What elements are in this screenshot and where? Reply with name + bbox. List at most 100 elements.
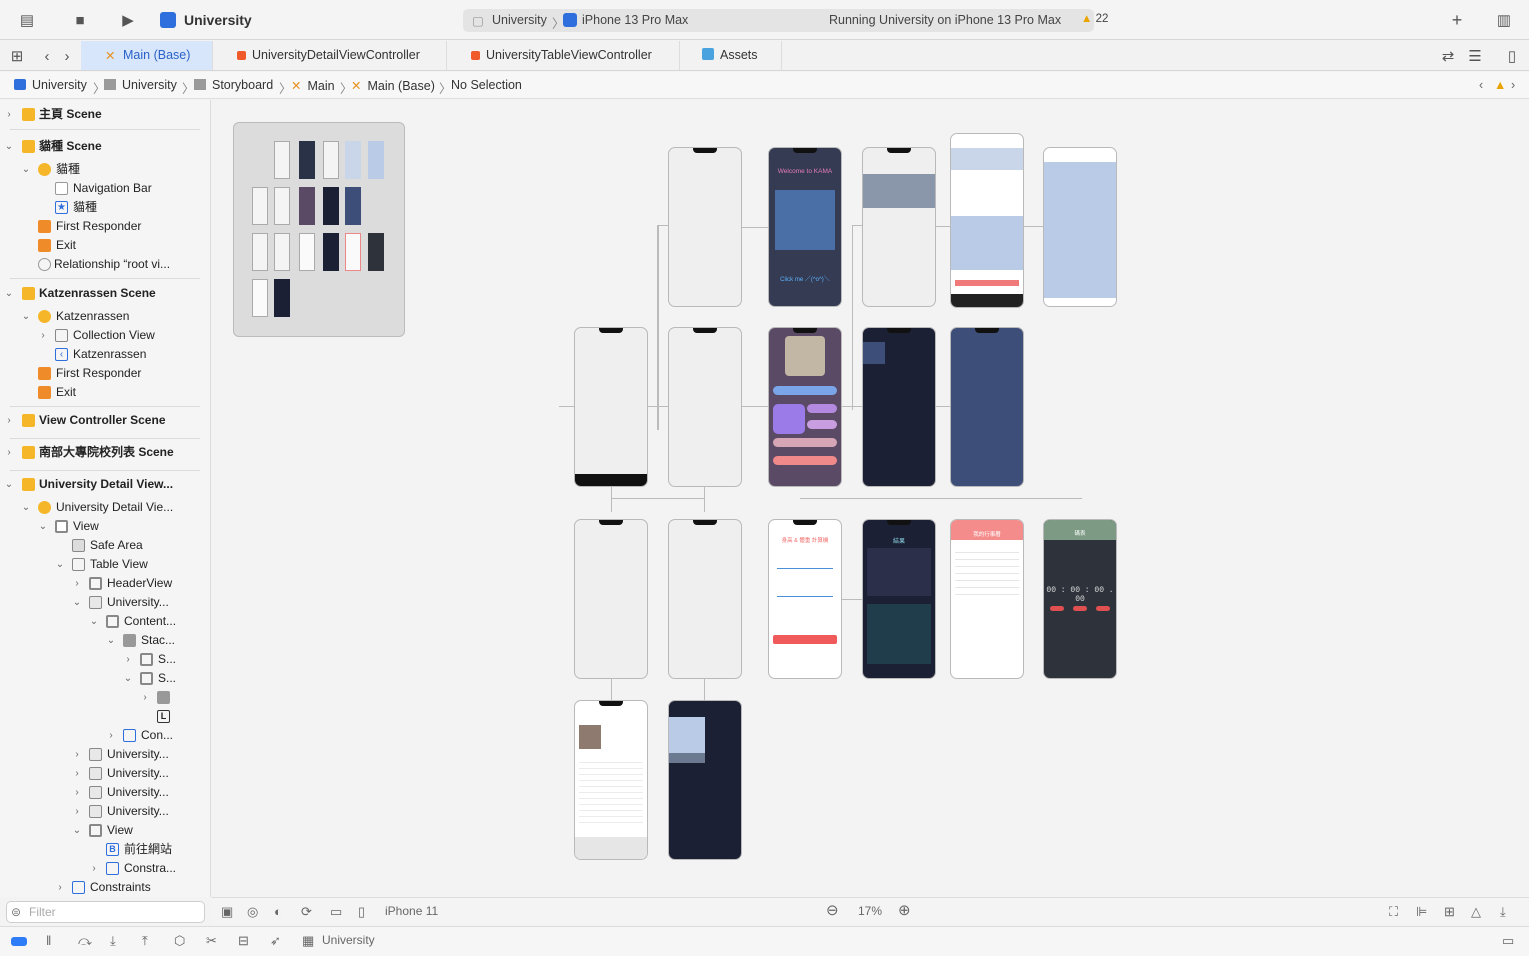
- navigator-toggle-icon[interactable]: ▤: [17, 10, 37, 30]
- step-out-icon[interactable]: ⤒: [142, 933, 148, 949]
- outline-scene-breeds[interactable]: ⌄ Katzenrassen Scene: [0, 284, 210, 303]
- outline-item[interactable]: › Collection View: [0, 326, 210, 345]
- stop-icon[interactable]: ■: [70, 10, 90, 30]
- breadcrumb-item-project[interactable]: University: [14, 78, 87, 92]
- pause-icon[interactable]: ‖: [46, 933, 51, 948]
- outline-item[interactable]: Relationship “root vi...: [0, 255, 210, 274]
- inspector-toggle-icon[interactable]: ▥: [1494, 10, 1514, 30]
- outline-item[interactable]: › University...: [0, 745, 210, 764]
- scene-navigation-controller[interactable]: [668, 327, 742, 487]
- outline-item[interactable]: Safe Area: [0, 536, 210, 555]
- appearance-icon[interactable]: ◐: [274, 904, 282, 919]
- accessibility-icon[interactable]: ◎: [247, 904, 258, 920]
- grid-icon[interactable]: ⊞: [7, 46, 27, 66]
- step-over-icon[interactable]: ⤼: [78, 933, 92, 949]
- add-constraints-icon[interactable]: ⊞: [1444, 904, 1455, 920]
- outline-item[interactable]: L: [0, 707, 210, 726]
- view-debugger-icon[interactable]: ⬡: [174, 933, 185, 949]
- outline-item[interactable]: › University...: [0, 783, 210, 802]
- breadcrumb-item-main-base[interactable]: ✕ Main (Base): [351, 78, 435, 93]
- outline-item[interactable]: ⌄ S...: [0, 669, 210, 688]
- tab-main-base[interactable]: ✕ Main (Base): [81, 41, 213, 70]
- scene-stopwatch[interactable]: 碼表 00 : 00 : 00 . 00: [1043, 519, 1117, 679]
- step-into-icon[interactable]: ⤓: [110, 933, 116, 949]
- scene-dark[interactable]: [862, 327, 936, 487]
- scene-university-detail[interactable]: [574, 700, 648, 860]
- breadcrumb-item-selection[interactable]: No Selection: [451, 78, 522, 92]
- outline-item[interactable]: Exit: [0, 236, 210, 255]
- device-selector[interactable]: iPhone 13 Pro Max: [582, 13, 688, 27]
- scene-home-menu[interactable]: [768, 327, 842, 487]
- outline-item[interactable]: ›: [0, 688, 210, 707]
- debug-target-label[interactable]: University: [322, 933, 375, 947]
- scene-calendar[interactable]: 我的行事曆: [950, 519, 1024, 679]
- outline-scene-main[interactable]: › 主頁 Scene: [0, 105, 210, 124]
- breadcrumb-item-storyboard-folder[interactable]: Storyboard: [194, 78, 273, 92]
- add-icon[interactable]: +: [1447, 10, 1467, 30]
- next-issue-icon[interactable]: ›: [1511, 78, 1515, 92]
- forward-icon[interactable]: ›: [57, 46, 77, 66]
- outline-item[interactable]: ‹ Katzenrassen: [0, 345, 210, 364]
- scene-web-view[interactable]: [1043, 147, 1117, 307]
- outline-item[interactable]: ⌄ Content...: [0, 612, 210, 631]
- update-frames-icon[interactable]: ⛶: [1389, 904, 1398, 920]
- outline-item[interactable]: ⌄ Katzenrassen: [0, 307, 210, 326]
- embed-icon[interactable]: ⤓: [1500, 904, 1506, 920]
- outline-item[interactable]: First Responder: [0, 217, 210, 236]
- scene-welcome[interactable]: Welcome to KAMA Click me ／(^o^)＼: [768, 147, 842, 307]
- tab-assets[interactable]: Assets: [680, 41, 782, 70]
- minimap[interactable]: [233, 122, 405, 337]
- outline-item[interactable]: ⌄ View: [0, 517, 210, 536]
- warning-badge[interactable]: ▲ 22: [1081, 13, 1108, 25]
- orientation-icon[interactable]: ⟳: [301, 904, 312, 920]
- memory-graph-icon[interactable]: ✂: [206, 933, 217, 949]
- resolve-issues-icon[interactable]: △: [1471, 904, 1481, 920]
- storyboard-canvas[interactable]: Welcome to KAMA Click me ／(^o^)＼ 身高 & 體重…: [212, 100, 1529, 897]
- related-files-icon[interactable]: ⇄: [1438, 46, 1458, 66]
- tab-detail-controller[interactable]: UniversityDetailViewController: [213, 41, 447, 70]
- outline-item[interactable]: › University...: [0, 764, 210, 783]
- scene-navy[interactable]: [950, 327, 1024, 487]
- outline-toggle-icon[interactable]: ▣: [221, 904, 233, 920]
- outline-item[interactable]: ⌄ View: [0, 821, 210, 840]
- layout-icon[interactable]: ▭: [330, 904, 342, 920]
- outline-item[interactable]: ⌄ 貓種: [0, 160, 210, 179]
- split-editor-icon[interactable]: ▯: [1502, 46, 1522, 66]
- outline-item[interactable]: Exit: [0, 383, 210, 402]
- device-config-label[interactable]: iPhone 11: [385, 904, 438, 918]
- outline-item[interactable]: Navigation Bar: [0, 179, 210, 198]
- scene-navigation-controller[interactable]: [668, 147, 742, 307]
- outline-scene-cats[interactable]: ⌄ 貓種 Scene: [0, 137, 210, 156]
- scene-university-detail-alt[interactable]: [950, 133, 1024, 308]
- outline-item[interactable]: ★ 貓種: [0, 198, 210, 217]
- outline-item[interactable]: ⌄ University...: [0, 593, 210, 612]
- environment-icon[interactable]: ⊟: [238, 933, 249, 949]
- align-icon[interactable]: ⊫: [1416, 904, 1427, 920]
- back-icon[interactable]: ‹: [37, 46, 57, 66]
- scene-tab-bar-controller[interactable]: [574, 327, 648, 487]
- warning-icon[interactable]: ▲: [1494, 78, 1506, 92]
- device-icon[interactable]: ▯: [358, 904, 365, 920]
- tab-table-controller[interactable]: UniversityTableViewController: [447, 41, 680, 70]
- zoom-in-icon[interactable]: ⊕: [898, 901, 911, 919]
- outline-item[interactable]: ⌄ University Detail Vie...: [0, 498, 210, 517]
- outline-scene-view-controller[interactable]: › View Controller Scene: [0, 411, 210, 430]
- outline-item[interactable]: › University...: [0, 802, 210, 821]
- scene-navigation-controller[interactable]: [668, 519, 742, 679]
- scene-bmi-calculator[interactable]: 身高 & 體重 計算機: [768, 519, 842, 679]
- outline-scene-university-detail[interactable]: ⌄ University Detail View...: [0, 475, 210, 494]
- zoom-out-icon[interactable]: ⊖: [826, 901, 839, 919]
- hide-debug-area-icon[interactable]: ▭: [1502, 933, 1514, 949]
- scene-university-list[interactable]: [862, 147, 936, 307]
- outline-item[interactable]: B 前往網站: [0, 840, 210, 859]
- outline-item[interactable]: ⌄ Table View: [0, 555, 210, 574]
- outline-filter-input[interactable]: Filter: [6, 901, 205, 923]
- scene-result[interactable]: 結果: [862, 519, 936, 679]
- outline-scene-universities[interactable]: › 南部大專院校列表 Scene: [0, 443, 210, 462]
- outline-item[interactable]: › Con...: [0, 726, 210, 745]
- breadcrumb-item-group[interactable]: University: [104, 78, 177, 92]
- run-icon[interactable]: ▶: [118, 10, 138, 30]
- scene-navigation-controller[interactable]: [574, 519, 648, 679]
- outline-item[interactable]: First Responder: [0, 364, 210, 383]
- prev-issue-icon[interactable]: ‹: [1479, 78, 1483, 92]
